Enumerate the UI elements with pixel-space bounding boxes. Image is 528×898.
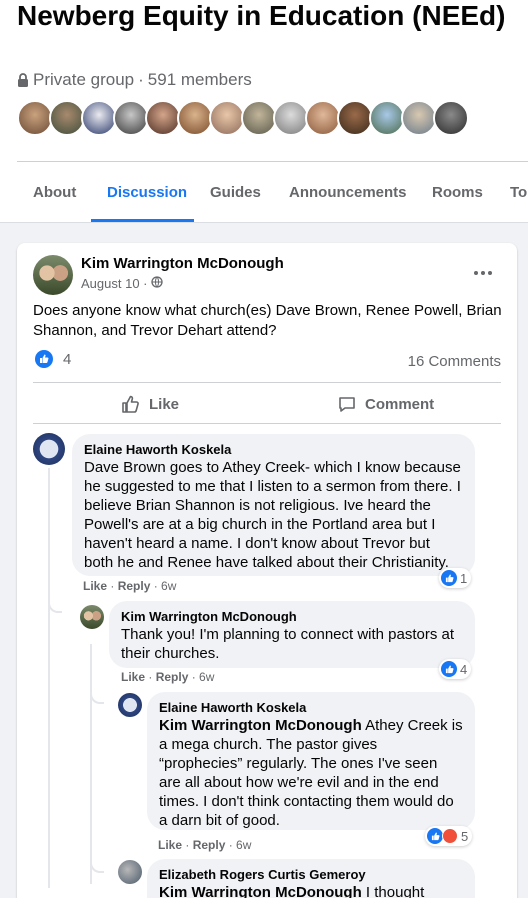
like-button-label: Like — [149, 395, 180, 413]
comment-bubble: Elizabeth Rogers Curtis Gemeroy Kim Warr… — [147, 859, 475, 898]
comment-reaction-count[interactable]: 1 — [439, 568, 472, 588]
comment-text: Kim Warrington McDonough I thought — [159, 883, 463, 898]
commenter-avatar[interactable] — [80, 605, 104, 629]
actions-divider-bottom — [33, 423, 501, 424]
like-reaction-icon — [441, 661, 457, 677]
comment-reaction-count[interactable]: 5 — [425, 826, 473, 846]
author-avatar[interactable] — [33, 255, 73, 295]
avatar[interactable] — [433, 100, 469, 136]
avatar[interactable] — [209, 100, 245, 136]
post-reactions[interactable]: 4 — [35, 350, 71, 368]
comment-text: Dave Brown goes to Athey Creek- which I … — [84, 459, 461, 571]
comment-bubble: Kim Warrington McDonough Thank you! I'm … — [109, 601, 475, 668]
post-author-name[interactable]: Kim Warrington McDonough — [81, 255, 284, 272]
post-date[interactable]: August 10 · — [81, 276, 148, 291]
comment-time[interactable]: 6w — [236, 838, 251, 852]
comment-text: Thank you! I'm planning to connect with … — [121, 626, 455, 662]
commenter-avatar[interactable] — [118, 860, 142, 884]
comment-text-body: I thought — [361, 884, 425, 898]
more-options-button[interactable] — [469, 259, 497, 287]
comment-author[interactable]: Elaine Haworth Koskela — [159, 700, 463, 716]
post-like-count: 4 — [63, 350, 72, 368]
comment-author[interactable]: Elaine Haworth Koskela — [84, 442, 463, 458]
post-meta: August 10 · — [81, 276, 163, 291]
thread-connector — [90, 690, 104, 704]
comment-bubble: Elaine Haworth Koskela Kim Warrington Mc… — [147, 692, 475, 830]
tab-guides[interactable]: Guides — [210, 184, 261, 201]
comment-bubble: Elaine Haworth Koskela Dave Brown goes t… — [72, 434, 475, 576]
comment-mention[interactable]: Kim Warrington McDonough — [159, 717, 362, 734]
avatar[interactable] — [337, 100, 373, 136]
tab-rooms[interactable]: Rooms — [432, 184, 483, 201]
post-card: Kim Warrington McDonough August 10 · Doe… — [17, 243, 517, 898]
meta-separator: · — [138, 70, 144, 89]
tab-announcements[interactable]: Announcements — [289, 184, 407, 201]
comments-count[interactable]: 16 Comments — [408, 353, 501, 370]
comment-actions: Like · Reply · 6w — [158, 838, 252, 852]
comment-reply-link[interactable]: Reply — [193, 838, 226, 852]
avatar[interactable] — [17, 100, 53, 136]
like-reaction-icon — [427, 828, 443, 844]
comment-actions: Like · Reply · 6w — [121, 670, 215, 684]
globe-icon — [150, 276, 163, 291]
comment-like-link[interactable]: Like — [83, 579, 107, 593]
comment-icon — [339, 397, 355, 412]
comment-reply-link[interactable]: Reply — [118, 579, 151, 593]
commenter-avatar[interactable] — [118, 693, 142, 717]
group-header: Newberg Equity in Education (NEEd) Priva… — [0, 0, 528, 222]
post-body: Does anyone know what church(es) Dave Br… — [33, 302, 502, 339]
tabs-divider — [0, 222, 528, 223]
group-meta: Private group · 591 members — [17, 70, 252, 90]
angry-reaction-icon — [442, 828, 458, 844]
comment-author[interactable]: Elizabeth Rogers Curtis Gemeroy — [159, 867, 463, 883]
group-title[interactable]: Newberg Equity in Education (NEEd) — [17, 0, 517, 32]
like-reaction-icon — [441, 570, 457, 586]
avatar[interactable] — [49, 100, 85, 136]
avatar[interactable] — [401, 100, 437, 136]
comment-reply-link[interactable]: Reply — [156, 670, 189, 684]
avatar[interactable] — [145, 100, 181, 136]
comment-actions: Like · Reply · 6w — [83, 579, 177, 593]
tab-about[interactable]: About — [33, 184, 76, 201]
thread-connector — [90, 859, 104, 873]
comment-reaction-count[interactable]: 4 — [439, 659, 472, 679]
thread-connector — [48, 599, 62, 613]
comment-author[interactable]: Kim Warrington McDonough — [121, 609, 463, 625]
comment-time[interactable]: 6w — [161, 579, 176, 593]
comment-mention[interactable]: Kim Warrington McDonough — [159, 884, 362, 898]
lock-icon — [17, 73, 29, 87]
commenter-avatar[interactable] — [33, 433, 65, 465]
avatar[interactable] — [113, 100, 149, 136]
more-dots-icon — [474, 271, 492, 275]
reaction-count: 4 — [460, 661, 468, 677]
reaction-count: 5 — [461, 828, 469, 844]
thread-line — [90, 644, 92, 884]
avatar[interactable] — [241, 100, 277, 136]
comment-like-link[interactable]: Like — [121, 670, 145, 684]
avatar[interactable] — [273, 100, 309, 136]
actions-divider-top — [33, 382, 501, 383]
avatar[interactable] — [81, 100, 117, 136]
comment-like-link[interactable]: Like — [158, 838, 182, 852]
member-avatars[interactable] — [17, 100, 469, 136]
thread-line — [48, 468, 50, 888]
comment-button-label: Comment — [365, 395, 435, 413]
comment-time[interactable]: 6w — [199, 670, 214, 684]
tab-discussion[interactable]: Discussion — [107, 184, 187, 201]
avatar[interactable] — [177, 100, 213, 136]
like-button[interactable]: Like — [121, 391, 179, 417]
privacy-label: Private group — [33, 70, 135, 89]
comment-button[interactable]: Comment — [337, 391, 434, 417]
like-reaction-icon — [35, 350, 53, 368]
comment-text: Kim Warrington McDonough Athey Creek is … — [159, 716, 463, 830]
avatar[interactable] — [305, 100, 341, 136]
tab-top[interactable]: Top — [510, 184, 528, 201]
reaction-count: 1 — [460, 570, 468, 586]
member-count[interactable]: 591 members — [148, 70, 252, 90]
group-tabs: About Discussion Guides Announcements Ro… — [0, 162, 528, 222]
thumbs-up-icon — [122, 395, 139, 413]
avatar[interactable] — [369, 100, 405, 136]
